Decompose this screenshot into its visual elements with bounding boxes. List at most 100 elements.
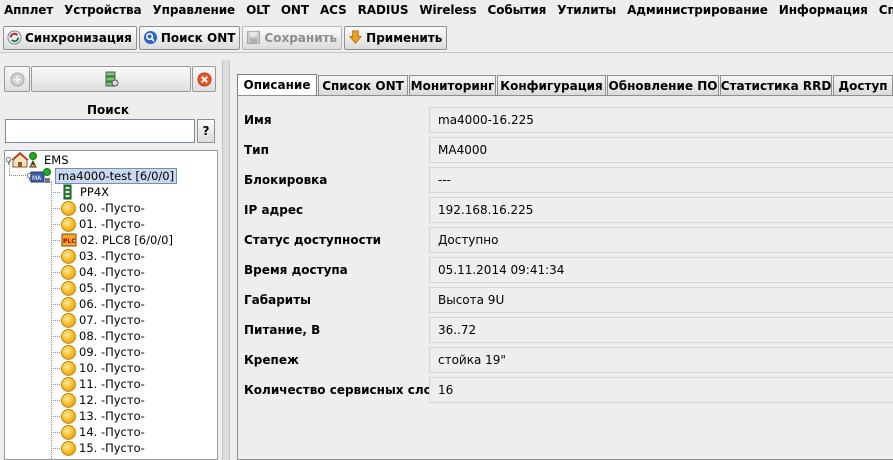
empty-slot-icon xyxy=(61,312,76,328)
save-button[interactable]: Сохранить xyxy=(242,25,343,50)
menu-applet[interactable]: Апплет xyxy=(4,3,53,17)
empty-slot-icon xyxy=(61,280,76,296)
home-icon xyxy=(11,152,37,168)
tree-node-slot[interactable]: 15. -Пусто- xyxy=(61,440,145,456)
svg-text:MA: MA xyxy=(32,175,42,182)
property-row: Габариты Высота 9U xyxy=(238,285,893,315)
property-row: Количество сервисных слотов 16 xyxy=(238,375,893,405)
tree-toolbar xyxy=(4,66,216,92)
tree-line xyxy=(51,320,60,321)
menu-olt[interactable]: OLT xyxy=(246,3,270,17)
tab-ont-list[interactable]: Список ONT xyxy=(318,75,408,95)
tree-label: 12. -Пусто- xyxy=(79,393,145,407)
tab-configuration[interactable]: Конфигурация xyxy=(497,75,606,95)
apply-arrow-icon xyxy=(349,30,363,44)
tab-access[interactable]: Доступ xyxy=(833,75,893,95)
menu-devices[interactable]: Устройства xyxy=(64,3,141,17)
tree-node-slot[interactable]: 01. -Пусто- xyxy=(61,216,145,232)
tree-node-slot[interactable]: 05. -Пусто- xyxy=(61,280,145,296)
property-value: Доступно xyxy=(429,227,893,253)
tree-node-ems[interactable]: EMS xyxy=(5,152,69,168)
tree-node-slot[interactable]: PLC 02. PLC8 [6/0/0] xyxy=(61,232,173,248)
tree-line xyxy=(51,256,60,257)
tree-label: 14. -Пусто- xyxy=(79,425,145,439)
tab-rrd-statistics[interactable]: Статистика RRD xyxy=(720,75,832,95)
property-label: Питание, В xyxy=(244,323,321,337)
menu-acs[interactable]: ACS xyxy=(320,3,347,17)
empty-slot-icon xyxy=(61,344,76,360)
property-value: 16 xyxy=(429,377,893,403)
tree-label: 01. -Пусто- xyxy=(79,217,145,231)
apply-button[interactable]: Применить xyxy=(344,25,448,50)
tree-node-slot[interactable]: 08. -Пусто- xyxy=(61,328,145,344)
menu-help[interactable]: Справка xyxy=(879,3,893,17)
property-label: Статус доступности xyxy=(244,233,382,247)
add-node-button[interactable] xyxy=(4,66,30,92)
tree-label: 08. -Пусто- xyxy=(79,329,145,343)
tree-node-slot[interactable]: 07. -Пусто- xyxy=(61,312,145,328)
menu-administration[interactable]: Администрирование xyxy=(627,3,768,17)
tree-node-slot[interactable]: 09. -Пусто- xyxy=(61,344,145,360)
menu-ont[interactable]: ONT xyxy=(281,3,309,17)
menu-bar: Апплет Устройства Управление OLT ONT ACS… xyxy=(0,0,893,20)
sync-label: Синхронизация xyxy=(25,30,132,45)
tree-line xyxy=(51,368,60,369)
remove-node-button[interactable] xyxy=(192,66,216,92)
tab-firmware-update[interactable]: Обновление ПО xyxy=(607,75,719,95)
tree-line xyxy=(51,400,60,401)
empty-slot-icon xyxy=(61,328,76,344)
tree-label: EMS xyxy=(44,153,69,167)
floppy-disk-icon xyxy=(247,30,261,45)
tree-node-slot[interactable]: 11. -Пусто- xyxy=(61,376,145,392)
search-help-button[interactable]: ? xyxy=(197,119,215,143)
device-tree-panel: Поиск ? EMS MA ma4000-test [6/0/0] PP4X … xyxy=(0,60,222,460)
tree-node-slot[interactable]: 12. -Пусто- xyxy=(61,392,145,408)
tree-label: 15. -Пусто- xyxy=(79,441,145,455)
tree-node-slot[interactable]: 13. -Пусто- xyxy=(61,408,145,424)
empty-slot-icon xyxy=(61,200,76,216)
tree-node-slot[interactable]: 14. -Пусто- xyxy=(61,424,145,440)
tree-label: 07. -Пусто- xyxy=(79,313,145,327)
tree-node-slot[interactable]: PP4X xyxy=(61,184,109,200)
tab-monitoring[interactable]: Мониторинг xyxy=(409,75,496,95)
property-value: ma4000-16.225 xyxy=(429,107,893,133)
search-ont-button[interactable]: Поиск ONT xyxy=(138,25,241,50)
tree-node-slot[interactable]: 04. -Пусто- xyxy=(61,264,145,280)
menu-wireless[interactable]: Wireless xyxy=(419,3,476,17)
property-row: IP адрес 192.168.16.225 xyxy=(238,195,893,225)
property-value: MA4000 xyxy=(429,137,893,163)
close-circle-icon xyxy=(196,71,212,87)
tree-line xyxy=(51,288,60,289)
panel-splitter[interactable] xyxy=(222,60,230,460)
menu-events[interactable]: События xyxy=(488,3,547,17)
search-input[interactable] xyxy=(5,119,195,143)
property-label: Габариты xyxy=(244,293,312,307)
tab-description[interactable]: Описание xyxy=(237,74,317,95)
tree-line xyxy=(51,304,60,305)
tree-line xyxy=(51,336,60,337)
tree-line xyxy=(51,432,60,433)
empty-slot-icon xyxy=(61,264,76,280)
menu-radius[interactable]: RADIUS xyxy=(358,3,409,17)
tree-node-slot[interactable]: 00. -Пусто- xyxy=(61,200,145,216)
menu-information[interactable]: Информация xyxy=(779,3,868,17)
tree-line xyxy=(51,352,60,353)
tree-line xyxy=(51,208,60,209)
tree-node-slot[interactable]: 06. -Пусто- xyxy=(61,296,145,312)
tree-label: 11. -Пусто- xyxy=(79,377,145,391)
menu-utilities[interactable]: Утилиты xyxy=(557,3,616,17)
tree-label: 00. -Пусто- xyxy=(79,201,145,215)
tree-label: 09. -Пусто- xyxy=(79,345,145,359)
property-value: --- xyxy=(429,167,893,193)
menu-management[interactable]: Управление xyxy=(152,3,235,17)
empty-slot-icon xyxy=(61,248,76,264)
tree-expand-handle-icon[interactable] xyxy=(26,172,33,181)
property-value: Высота 9U xyxy=(429,287,893,313)
property-label: Блокировка xyxy=(244,173,328,187)
tree-node-device[interactable]: MA ma4000-test [6/0/0] xyxy=(26,168,178,184)
device-manager-button[interactable] xyxy=(31,66,191,92)
tree-node-slot[interactable]: 03. -Пусто- xyxy=(61,248,145,264)
tree-node-slot[interactable]: 10. -Пусто- xyxy=(61,360,145,376)
tree-expand-handle-icon[interactable] xyxy=(5,156,12,165)
sync-button[interactable]: Синхронизация xyxy=(3,25,137,50)
